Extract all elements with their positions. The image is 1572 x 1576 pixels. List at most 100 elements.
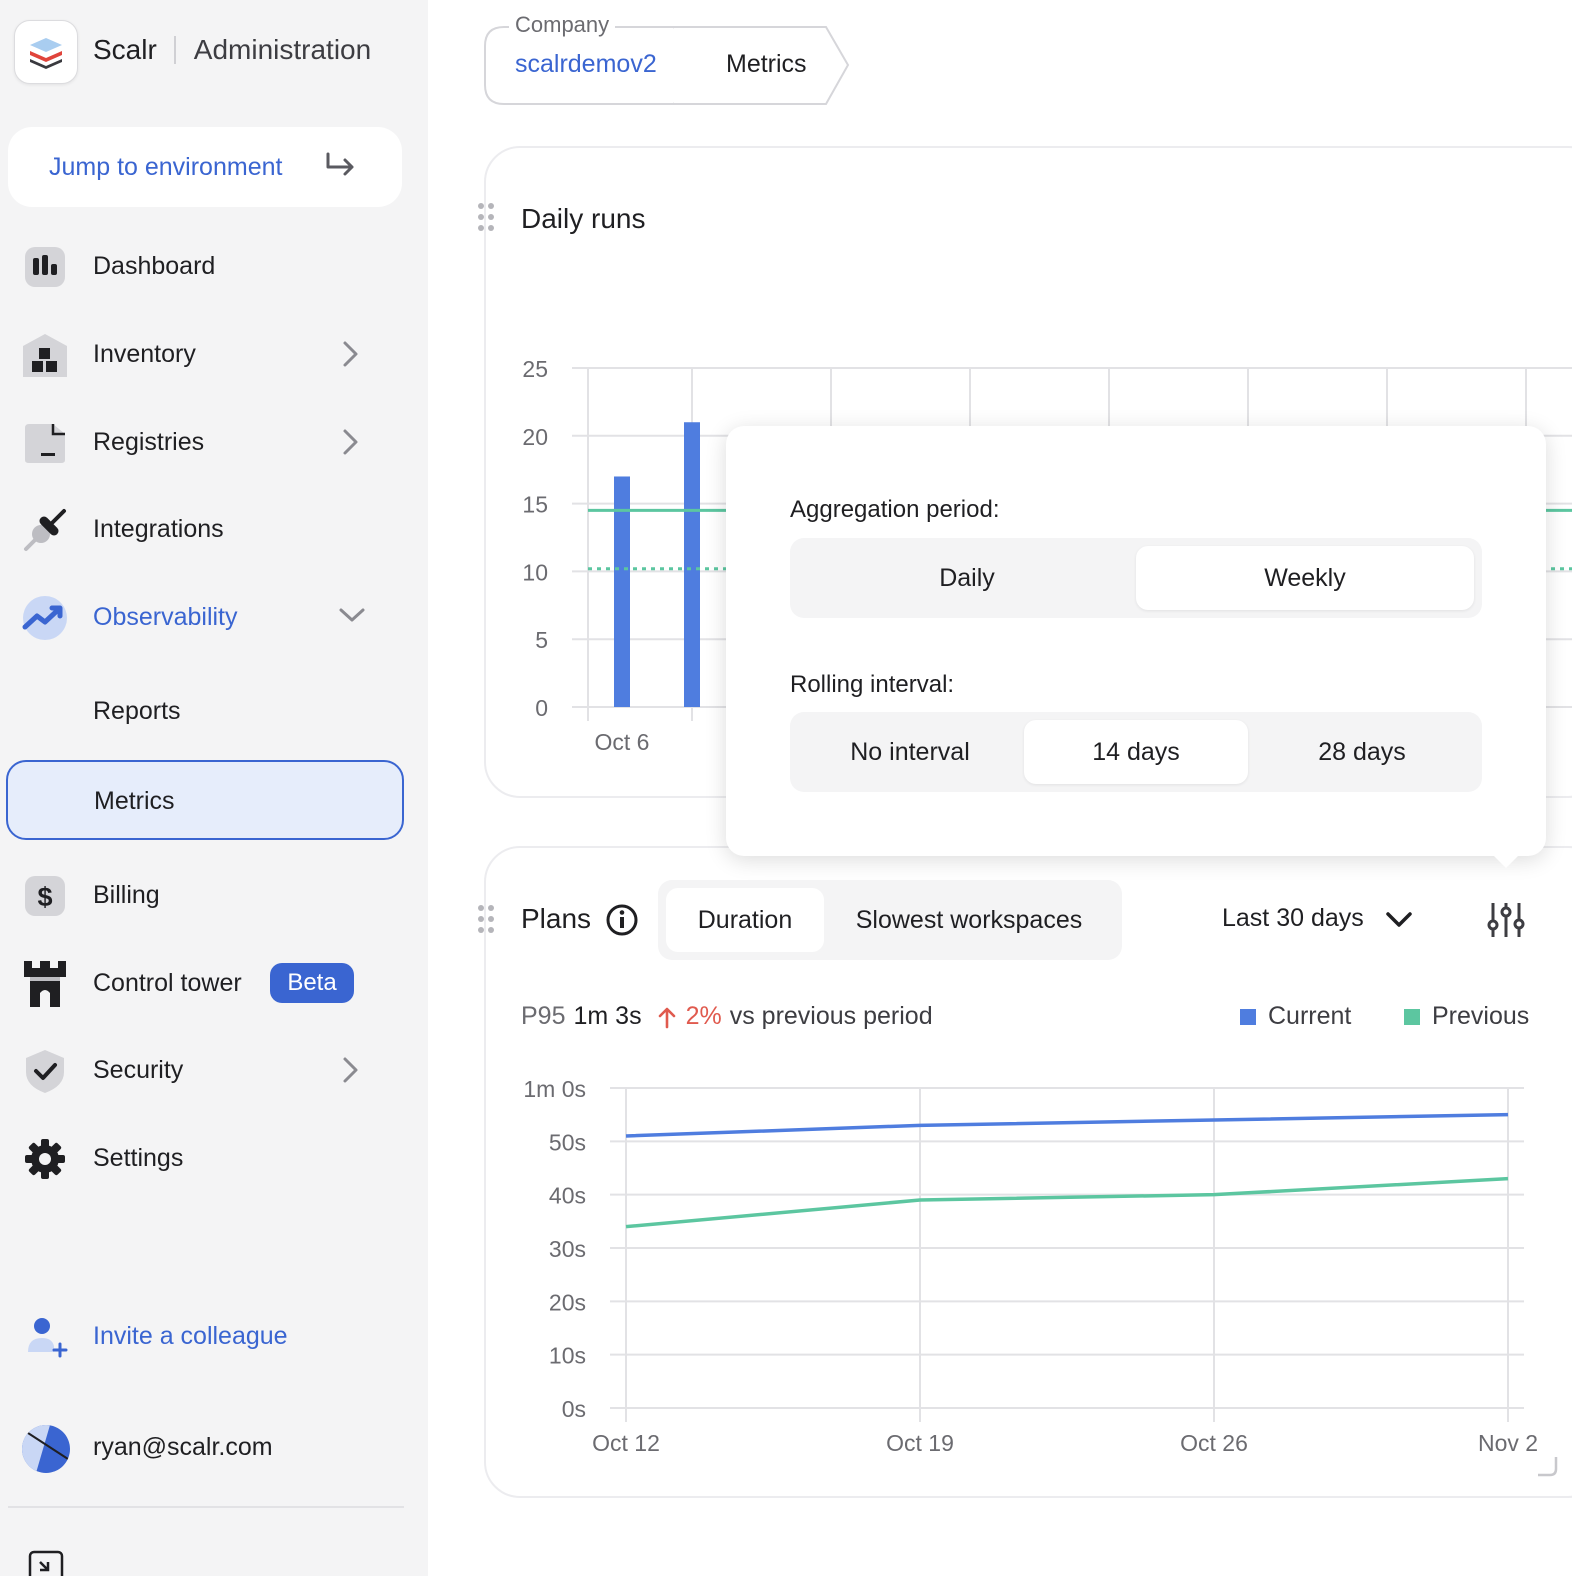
x-tick-label: Nov 2 (1478, 1430, 1538, 1456)
popover-arrow (1492, 854, 1520, 868)
aggregation-daily-option[interactable]: Daily (798, 546, 1136, 610)
arrow-up-icon (658, 1007, 675, 1028)
stat-prefix: P95 (521, 1002, 566, 1030)
date-range-select[interactable]: Last 30 days (1222, 904, 1364, 933)
breadcrumb-company-link[interactable]: scalrdemov2 (515, 50, 657, 79)
aggregation-period-label: Aggregation period: (790, 496, 1000, 523)
tab-duration[interactable]: Duration (666, 888, 824, 952)
sidebar-item-registries[interactable]: Registries (0, 412, 428, 472)
registries-icon (22, 420, 68, 466)
y-tick-label: 20s (549, 1289, 586, 1315)
sidebar-item-control-tower[interactable]: Control tower (0, 953, 428, 1013)
x-tick-label: Oct 6 (595, 729, 650, 755)
plans-tabs: Duration Slowest workspaces (658, 880, 1122, 960)
brand-section: Administration (193, 34, 372, 65)
sidebar-item-integrations[interactable]: Integrations (0, 499, 428, 559)
svg-text:$: $ (37, 882, 52, 912)
sidebar-item-settings[interactable]: Settings (0, 1128, 428, 1188)
sidebar-item-label: Registries (93, 427, 205, 456)
inventory-icon (22, 332, 68, 378)
sidebar-item-metrics[interactable]: Metrics (6, 760, 404, 840)
drag-handle-icon[interactable] (476, 904, 496, 934)
rolling-28-days-option[interactable]: 28 days (1250, 720, 1474, 784)
avatar[interactable] (22, 1425, 70, 1473)
legend-previous: Previous (1404, 1002, 1529, 1031)
dashboard-icon (22, 244, 68, 290)
sidebar: Scalr Administration Jump to environment… (0, 0, 428, 1576)
y-tick-label: 20 (522, 424, 548, 450)
sidebar-item-observability[interactable]: Observability (0, 587, 428, 647)
billing-icon: $ (22, 873, 68, 919)
gear-icon (22, 1136, 68, 1182)
y-tick-label: 50s (549, 1129, 586, 1155)
chevron-down-icon[interactable] (1385, 908, 1413, 932)
legend-swatch-previous (1404, 1008, 1420, 1025)
tower-icon (22, 961, 68, 1007)
x-tick-label: Oct 12 (592, 1430, 660, 1456)
shield-icon (22, 1048, 68, 1094)
tab-slowest-workspaces[interactable]: Slowest workspaces (834, 888, 1104, 952)
date-range-value: Last 30 days (1222, 904, 1364, 932)
chevron-down-icon (339, 608, 365, 622)
sidebar-item-billing[interactable]: $ Billing (0, 865, 428, 925)
y-tick-label: 5 (535, 627, 548, 653)
y-tick-label: 1m 0s (523, 1076, 586, 1102)
sidebar-item-label: Dashboard (93, 251, 216, 280)
sidebar-item-reports[interactable]: Reports (93, 697, 181, 726)
y-tick-label: 10s (549, 1343, 586, 1369)
stat-suffix: vs previous period (729, 1002, 933, 1030)
sidebar-item-dashboard[interactable]: Dashboard (0, 236, 428, 296)
chart-settings-popover: Aggregation period: Daily Weekly Rolling… (726, 426, 1546, 868)
info-icon[interactable] (605, 903, 639, 937)
stat-change: 2% (685, 1002, 722, 1030)
daily-runs-title: Daily runs (521, 203, 646, 234)
user-email[interactable]: ryan@scalr.com (93, 1433, 273, 1462)
breadcrumb-current: Metrics (726, 50, 807, 78)
x-tick-label: Oct 19 (886, 1430, 954, 1456)
aggregation-period-toggle: Daily Weekly (790, 538, 1482, 618)
legend-current: Current (1240, 1002, 1351, 1031)
breadcrumb-label: Company (509, 12, 616, 38)
y-tick-label: 0 (535, 695, 548, 721)
legend-label-previous: Previous (1432, 1002, 1530, 1030)
y-tick-label: 25 (522, 356, 548, 382)
brand-divider (173, 36, 176, 64)
jump-label: Jump to environment (49, 152, 283, 181)
jump-to-environment-button[interactable]: Jump to environment (8, 127, 402, 207)
sidebar-item-label: Observability (93, 602, 238, 631)
chart-settings-icon[interactable] (1486, 900, 1526, 940)
bar (684, 422, 700, 707)
plug-icon (22, 507, 68, 553)
rolling-no-interval-option[interactable]: No interval (798, 720, 1022, 784)
sidebar-item-inventory[interactable]: Inventory (0, 324, 428, 384)
sidebar-item-label: Security (93, 1055, 184, 1084)
rolling-interval-toggle: No interval 14 days 28 days (790, 712, 1482, 792)
sidebar-item-label: Inventory (93, 339, 196, 368)
chevron-right-icon (343, 429, 358, 455)
invite-colleague-link[interactable]: Invite a colleague (93, 1322, 288, 1351)
rolling-interval-label: Rolling interval: (790, 671, 955, 698)
add-user-icon (28, 1318, 68, 1358)
sidebar-item-label: Integrations (93, 514, 224, 543)
sidebar-divider (8, 1506, 404, 1508)
collapse-sidebar-icon[interactable] (28, 1550, 64, 1576)
plans-title: Plans (521, 903, 592, 934)
sidebar-item-label: Control tower (93, 968, 242, 997)
stat-value: 1m 3s (573, 1002, 642, 1030)
series-line-current (625, 1112, 1509, 1138)
drag-handle-icon[interactable] (476, 202, 496, 232)
rolling-14-days-option[interactable]: 14 days (1024, 720, 1248, 784)
y-tick-label: 15 (522, 492, 548, 518)
sidebar-item-label: Settings (93, 1143, 184, 1172)
return-arrow-icon (326, 152, 354, 176)
plans-duration-chart: 0s 10s 20s 30s 40s 50s 1m 0s Oct 12 Oct 19 Oct 26… (523, 1076, 1538, 1456)
beta-badge: Beta (270, 963, 354, 1003)
scalr-logo[interactable] (14, 20, 78, 84)
resize-handle-icon[interactable] (1536, 1455, 1558, 1477)
aggregation-weekly-option[interactable]: Weekly (1136, 546, 1474, 610)
chevron-right-icon (343, 1057, 358, 1083)
brand-name: Scalr (93, 34, 157, 65)
trend-up-icon (22, 595, 68, 641)
sidebar-item-security[interactable]: Security (0, 1040, 428, 1100)
series-line-previous (625, 1176, 1509, 1229)
